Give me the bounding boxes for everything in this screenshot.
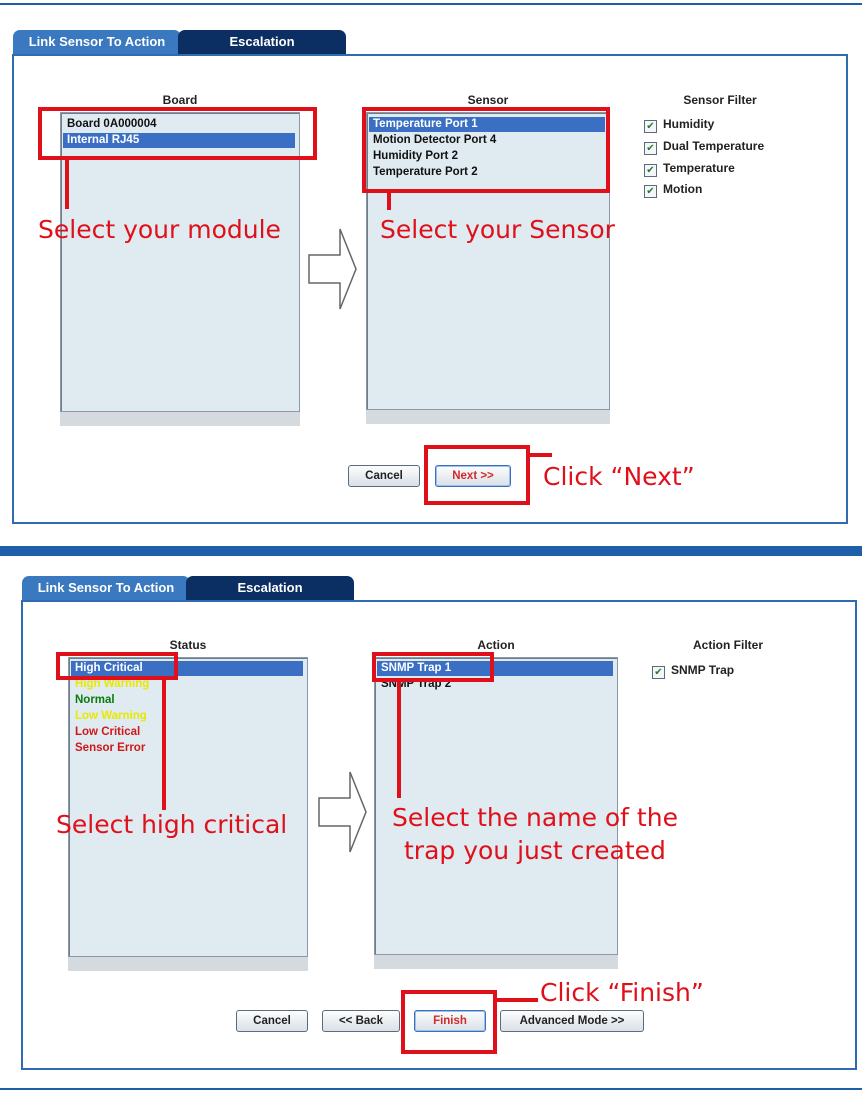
annotation-box-finish: [401, 990, 497, 1054]
filter-label: Motion: [663, 182, 703, 196]
annotation-line: [65, 157, 69, 209]
annotation-line: [526, 453, 552, 457]
cancel-button[interactable]: Cancel: [236, 1010, 308, 1032]
action-header: Action: [477, 638, 515, 652]
filter-dual-temperature[interactable]: ✔ Dual Temperature: [644, 138, 765, 155]
checkbox-checked-icon[interactable]: ✔: [644, 142, 657, 155]
sensor-listbox-scrollbar[interactable]: [366, 410, 610, 424]
filter-motion[interactable]: ✔ Motion: [644, 181, 703, 198]
right-arrow-icon: [318, 771, 367, 853]
annotation-box-next: [424, 445, 530, 505]
filter-label: Temperature: [663, 161, 735, 175]
bottom-divider: [0, 1088, 862, 1090]
checkbox-checked-icon[interactable]: ✔: [644, 120, 657, 133]
list-item[interactable]: Low Warning: [71, 709, 303, 724]
annotation-box-trap: [372, 652, 494, 682]
status-listbox[interactable]: High Critical High Warning Normal Low Wa…: [68, 657, 308, 957]
sensor-header: Sensor: [467, 93, 509, 107]
annotation-line: [397, 680, 401, 798]
checkbox-checked-icon[interactable]: ✔: [644, 164, 657, 177]
filter-label: SNMP Trap: [671, 663, 735, 677]
annotation-click-next: Click “Next”: [543, 462, 695, 491]
board-header: Board: [162, 93, 198, 107]
tab-escalation[interactable]: Escalation: [178, 30, 346, 54]
tab-link-sensor-to-action[interactable]: Link Sensor To Action: [13, 30, 181, 54]
right-arrow-icon: [308, 228, 357, 310]
back-button[interactable]: << Back: [322, 1010, 400, 1032]
tab-escalation[interactable]: Escalation: [186, 576, 354, 600]
top-divider: [0, 3, 862, 5]
action-filter-header: Action Filter: [692, 638, 763, 652]
annotation-select-sensor: Select your Sensor: [380, 215, 615, 244]
sensor-filter-header: Sensor Filter: [683, 93, 757, 107]
annotation-select-module: Select your module: [38, 215, 281, 244]
annotation-line: [162, 678, 166, 810]
annotation-line: [387, 190, 391, 210]
status-header: Status: [169, 638, 207, 652]
annotation-click-finish: Click “Finish”: [540, 978, 704, 1007]
cancel-button[interactable]: Cancel: [348, 465, 420, 487]
list-item[interactable]: Normal: [71, 693, 303, 708]
list-item[interactable]: Sensor Error: [71, 741, 303, 756]
annotation-select-high-critical: Select high critical: [56, 810, 288, 839]
annotation-line: [494, 998, 538, 1002]
filter-snmp-trap[interactable]: ✔ SNMP Trap: [652, 662, 735, 679]
annotation-select-trap-line1: Select the name of the: [392, 803, 678, 832]
filter-label: Dual Temperature: [663, 139, 765, 153]
checkbox-checked-icon[interactable]: ✔: [652, 666, 665, 679]
annotation-box-module: [38, 107, 317, 160]
annotation-box-status: [56, 652, 178, 680]
filter-label: Humidity: [663, 117, 715, 131]
status-listbox-scrollbar[interactable]: [68, 957, 308, 971]
section-divider: [0, 546, 862, 556]
action-listbox-scrollbar[interactable]: [374, 955, 618, 969]
filter-humidity[interactable]: ✔ Humidity: [644, 116, 715, 133]
board-listbox-scrollbar[interactable]: [60, 412, 300, 426]
list-item[interactable]: Low Critical: [71, 725, 303, 740]
annotation-select-trap-line2: trap you just created: [404, 836, 666, 865]
annotation-box-sensor: [362, 107, 610, 193]
checkbox-checked-icon[interactable]: ✔: [644, 185, 657, 198]
advanced-mode-button[interactable]: Advanced Mode >>: [500, 1010, 644, 1032]
tab-link-sensor-to-action[interactable]: Link Sensor To Action: [22, 576, 190, 600]
filter-temperature[interactable]: ✔ Temperature: [644, 160, 735, 177]
